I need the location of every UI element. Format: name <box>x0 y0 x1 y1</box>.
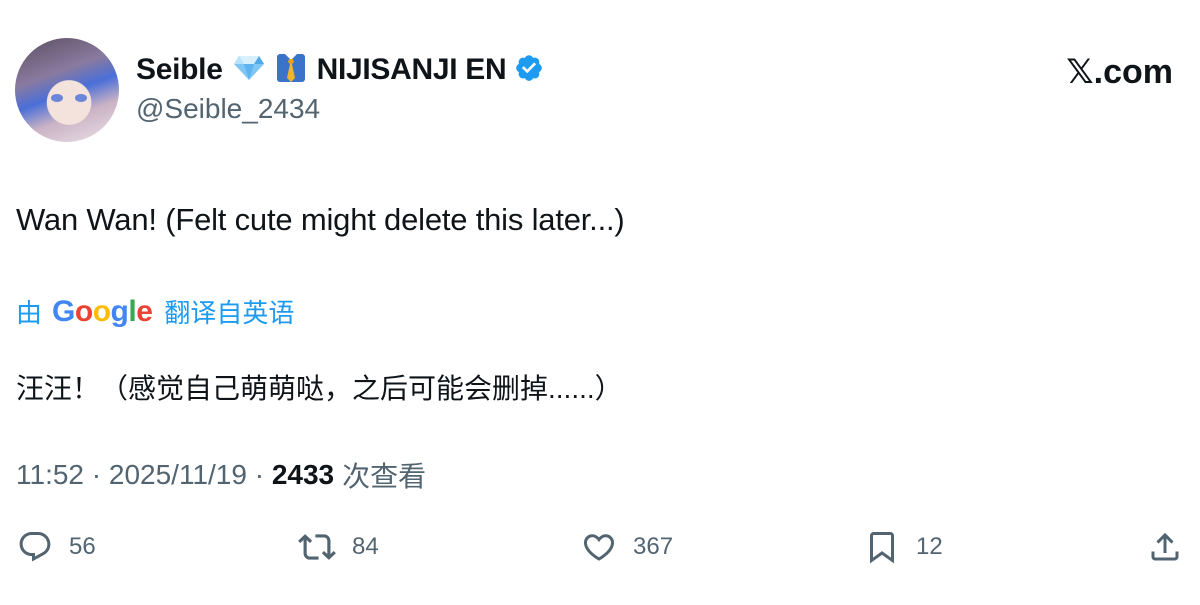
necktie-icon <box>275 52 307 89</box>
like-icon <box>581 529 617 565</box>
tweet-time[interactable]: 11:52 <box>16 459 84 491</box>
org-name[interactable]: NIJISANJI EN <box>317 53 507 87</box>
tweet-text: Wan Wan! (Felt cute might delete this la… <box>16 202 625 237</box>
tweet-date[interactable]: 2025/11/19 <box>109 459 247 491</box>
site-logo-text: 𝕏.com <box>1066 53 1173 91</box>
tweet-meta: 11:52 · 2025/11/19 · 2433 次查看 <box>16 455 426 495</box>
display-name[interactable]: Seible <box>136 53 223 87</box>
gem-icon <box>233 55 265 86</box>
avatar-eye-left <box>51 94 63 102</box>
meta-separator: · <box>246 459 272 490</box>
reply-count: 56 <box>69 533 96 560</box>
reply-icon <box>17 529 53 565</box>
verified-icon <box>514 53 544 88</box>
translation-suffix: 翻译自英语 <box>164 298 295 328</box>
share-button[interactable] <box>1147 527 1183 567</box>
x-logo[interactable]: 𝕏.com <box>1066 52 1173 92</box>
bookmark-icon <box>864 529 900 565</box>
avatar[interactable] <box>15 38 119 142</box>
google-logo: Google <box>52 294 153 328</box>
like-button[interactable]: 367 <box>581 527 673 567</box>
view-count: 2433 <box>271 459 335 490</box>
avatar-eye-right <box>75 94 87 102</box>
bookmark-button[interactable]: 12 <box>864 527 943 567</box>
author-handle[interactable]: @Seible_2434 <box>136 93 320 125</box>
bookmark-count: 12 <box>916 533 943 560</box>
author-name-row[interactable]: Seible NIJISANJI EN <box>136 51 544 89</box>
share-icon <box>1147 529 1183 565</box>
translation-prefix: 由 <box>16 298 43 328</box>
retweet-button[interactable]: 84 <box>298 527 379 567</box>
retweet-count: 84 <box>352 533 379 560</box>
like-count: 367 <box>633 533 674 560</box>
meta-separator: · <box>84 459 109 490</box>
view-count-label: 次查看 <box>342 461 427 492</box>
action-bar: 56 84 367 12 <box>0 527 1200 567</box>
retweet-icon <box>298 528 336 566</box>
translation-attribution[interactable]: 由 Google 翻译自英语 <box>16 293 294 330</box>
translated-text: 汪汪！（感觉自己萌萌哒，之后可能会删掉......） <box>16 373 623 404</box>
reply-button[interactable]: 56 <box>17 527 96 567</box>
